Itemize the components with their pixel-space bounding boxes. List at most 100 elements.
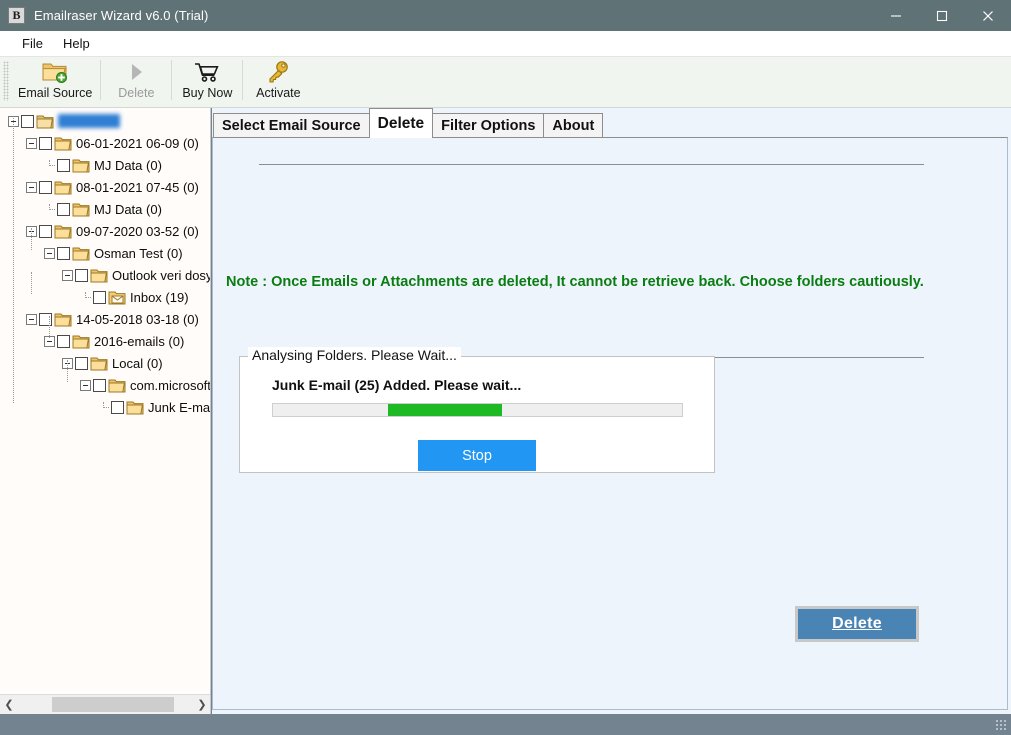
tree-expander-icon[interactable]: [80, 379, 91, 391]
scroll-left-arrow-icon[interactable]: ❮: [0, 695, 18, 714]
tree-guide-line: [49, 316, 50, 338]
tree-item-checkbox[interactable]: [39, 312, 52, 326]
tab-about[interactable]: About: [543, 113, 604, 138]
folder-icon: [72, 158, 90, 173]
tree-item-checkbox[interactable]: [93, 378, 106, 392]
toolbar-grip[interactable]: [3, 61, 9, 101]
tree-item-label: 2016-emails (0): [94, 333, 185, 349]
mail-folder-icon: [108, 290, 126, 305]
tree-item-checkbox[interactable]: [57, 334, 70, 348]
tree-item-checkbox[interactable]: [57, 202, 70, 216]
delete-button[interactable]: Delete: [795, 606, 919, 642]
menu-item-help[interactable]: Help: [53, 33, 100, 54]
divider-top: [259, 164, 924, 165]
tree-item[interactable]: com.microsoft__: [0, 374, 211, 396]
toolbar: Email Source Delete Buy Now Activate: [0, 57, 1011, 108]
folder-icon: [72, 202, 90, 217]
scrollbar-track[interactable]: [18, 695, 193, 714]
tree-item-label: com.microsoft__: [130, 377, 211, 393]
folder-add-icon: [41, 59, 69, 85]
scrollbar-thumb[interactable]: [52, 697, 174, 712]
tree-item-label: 08-01-2021 07-45 (0): [76, 179, 199, 195]
tree-expander-icon[interactable]: [26, 137, 37, 149]
tree-expander-icon[interactable]: [26, 313, 37, 325]
tree-horizontal-scrollbar[interactable]: ❮ ❯: [0, 694, 210, 714]
app-logo-icon: B: [8, 7, 25, 24]
folder-special-icon: [36, 114, 54, 129]
delete-button-label: elete: [843, 615, 882, 632]
tab-filter-options[interactable]: Filter Options: [432, 113, 545, 138]
progress-bar: [272, 403, 683, 417]
tree-item-checkbox[interactable]: [39, 224, 52, 238]
tree-item[interactable]: MJ Data (0): [0, 198, 210, 220]
toolbar-separator-1: [100, 60, 102, 100]
tree-item-label: 09-07-2020 03-52 (0): [76, 223, 199, 239]
delete-button-accel: D: [832, 615, 844, 632]
folder-icon: [108, 378, 126, 393]
tab-page-delete: Note : Once Emails or Attachments are de…: [212, 137, 1008, 710]
warning-note: Note : Once Emails or Attachments are de…: [226, 274, 924, 290]
analysing-folders-dialog: Analysing Folders. Please Wait... Junk E…: [239, 347, 715, 473]
tab-select-email-source[interactable]: Select Email Source: [213, 113, 370, 138]
folder-icon: [72, 334, 90, 349]
minimize-button[interactable]: [873, 0, 919, 31]
tree-item-label: Osman Test (0): [94, 245, 183, 261]
folder-icon: [54, 224, 72, 239]
maximize-button[interactable]: [919, 0, 965, 31]
toolbar-button-activate[interactable]: Activate: [244, 57, 312, 106]
folder-icon: [90, 356, 108, 371]
folder-icon: [54, 180, 72, 195]
tree-expander-icon[interactable]: [44, 247, 55, 259]
stop-button[interactable]: Stop: [418, 440, 536, 471]
folder-icon: [54, 136, 72, 151]
tree-item[interactable]: xxxxxxx: [0, 110, 210, 132]
tree-item[interactable]: Junk E-mail (2: [0, 396, 211, 418]
window-controls: [873, 0, 1011, 31]
tree-connector: [44, 159, 55, 171]
tree-item-checkbox[interactable]: [57, 246, 70, 260]
tree-item-label: Local (0): [112, 355, 163, 371]
tree-item-checkbox[interactable]: [75, 268, 88, 282]
tree-expander-icon[interactable]: [62, 269, 73, 281]
tree-item-checkbox[interactable]: [75, 356, 88, 370]
tree-expander-icon[interactable]: [26, 181, 37, 193]
folder-tree-panel[interactable]: xxxxxxx 06-01-2021 06-09 (0) MJ Data (0) 08…: [0, 108, 211, 714]
tab-delete[interactable]: Delete: [368, 108, 434, 138]
tree-item-checkbox[interactable]: [39, 180, 52, 194]
tree-item[interactable]: 14-05-2018 03-18 (0): [0, 308, 210, 330]
menu-item-file[interactable]: File: [12, 33, 53, 54]
folder-icon: [126, 400, 144, 415]
tree-item-label: Junk E-mail (2: [148, 399, 211, 415]
toolbar-label-activate: Activate: [256, 86, 301, 100]
toolbar-separator-3: [242, 60, 244, 100]
tree-item-checkbox[interactable]: [39, 136, 52, 150]
tree-item-checkbox[interactable]: [111, 400, 124, 414]
toolbar-button-delete[interactable]: Delete: [102, 57, 170, 106]
tree-connector: [80, 291, 91, 303]
tree-item-label: Outlook veri dosya: [112, 267, 211, 283]
key-icon: [265, 59, 291, 85]
tree-item-checkbox[interactable]: [93, 290, 106, 304]
scroll-right-arrow-icon[interactable]: ❯: [193, 695, 210, 714]
tree-item[interactable]: MJ Data (0): [0, 154, 210, 176]
tree-item[interactable]: 08-01-2021 07-45 (0): [0, 176, 210, 198]
tree-item-label: 06-01-2021 06-09 (0): [76, 135, 199, 151]
folder-icon: [90, 268, 108, 283]
folder-icon: [72, 246, 90, 261]
toolbar-button-email-source[interactable]: Email Source: [11, 57, 99, 106]
client-area: xxxxxxx 06-01-2021 06-09 (0) MJ Data (0) 08…: [0, 108, 1011, 714]
close-button[interactable]: [965, 0, 1011, 31]
tree-item-label: MJ Data (0): [94, 157, 162, 173]
application-window: B Emailraser Wizard v6.0 (Trial) File He…: [0, 0, 1011, 735]
shopping-cart-icon: [193, 59, 221, 85]
tree-item-checkbox[interactable]: [21, 114, 34, 128]
play-triangle-icon: [125, 59, 147, 85]
tree-item[interactable]: Local (0): [0, 352, 210, 374]
toolbar-button-buy-now[interactable]: Buy Now: [173, 57, 241, 106]
dialog-status-text: Junk E-mail (25) Added. Please wait...: [272, 377, 522, 393]
resize-grip[interactable]: [995, 719, 1008, 732]
folder-tree[interactable]: xxxxxxx 06-01-2021 06-09 (0) MJ Data (0) 08…: [0, 108, 211, 418]
tree-item[interactable]: 2016-emails (0): [0, 330, 210, 352]
tree-item[interactable]: 06-01-2021 06-09 (0): [0, 132, 210, 154]
tree-item-checkbox[interactable]: [57, 158, 70, 172]
